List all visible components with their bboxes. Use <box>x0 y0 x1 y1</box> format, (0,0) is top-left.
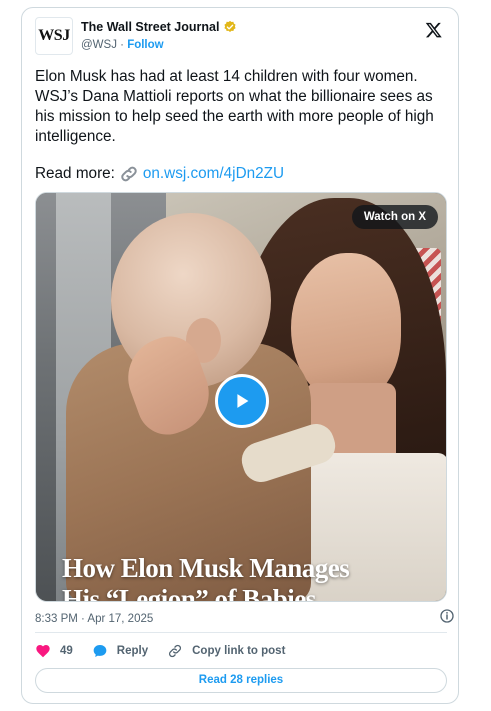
info-icon[interactable] <box>439 608 455 624</box>
play-button[interactable] <box>215 374 269 428</box>
verified-badge-icon <box>224 20 236 32</box>
article-link[interactable]: on.wsj.com/4jDn2ZU <box>143 165 284 183</box>
follow-button[interactable]: Follow <box>127 39 163 51</box>
read-replies-button[interactable]: Read 28 replies <box>35 668 447 693</box>
post-header: WSJ The Wall Street Journal @WSJ · Follo… <box>35 17 447 57</box>
like-count: 49 <box>60 645 73 657</box>
embedded-post-card: WSJ The Wall Street Journal @WSJ · Follo… <box>21 7 459 704</box>
video-title-line-2: His “Legion” of Babies <box>62 584 316 602</box>
action-bar: 49 Reply Copy link to post <box>35 641 304 661</box>
copy-link-icon <box>169 644 182 658</box>
reply-button[interactable]: Reply <box>92 643 148 659</box>
author-name-row: The Wall Street Journal <box>81 20 237 34</box>
reply-label: Reply <box>116 645 149 657</box>
video-scene-face <box>291 253 401 403</box>
watch-on-x-button[interactable]: Watch on X <box>351 205 438 229</box>
video-title: How Elon Musk Manages His “Legion” of Ba… <box>62 553 432 602</box>
copy-link-button[interactable]: Copy link to post <box>167 643 285 659</box>
avatar[interactable]: WSJ <box>35 17 73 55</box>
video-player[interactable]: Watch on X How Elon Musk Manages His “Le… <box>35 192 447 602</box>
play-icon <box>237 394 249 408</box>
author-name[interactable]: The Wall Street Journal <box>81 20 219 34</box>
x-logo-icon[interactable] <box>425 21 443 39</box>
handle-row: @WSJ · Follow <box>81 39 164 51</box>
reply-bubble-icon <box>93 645 107 657</box>
link-icon <box>121 166 137 182</box>
divider <box>35 632 447 633</box>
copy-link-label: Copy link to post <box>192 645 286 657</box>
read-more-label: Read more: <box>35 165 115 182</box>
post-timestamp[interactable]: 8:33 PM · Apr 17, 2025 <box>35 613 447 625</box>
post-text: Elon Musk has had at least 14 children w… <box>35 68 434 145</box>
heart-icon <box>36 645 50 658</box>
author-handle[interactable]: @WSJ <box>81 39 117 51</box>
like-button[interactable]: 49 <box>35 643 73 659</box>
read-more-line: Read more: on.wsj.com/4jDn2ZU <box>35 165 284 183</box>
handle-separator: · <box>116 39 128 51</box>
video-title-line-1: How Elon Musk Manages <box>62 553 350 583</box>
